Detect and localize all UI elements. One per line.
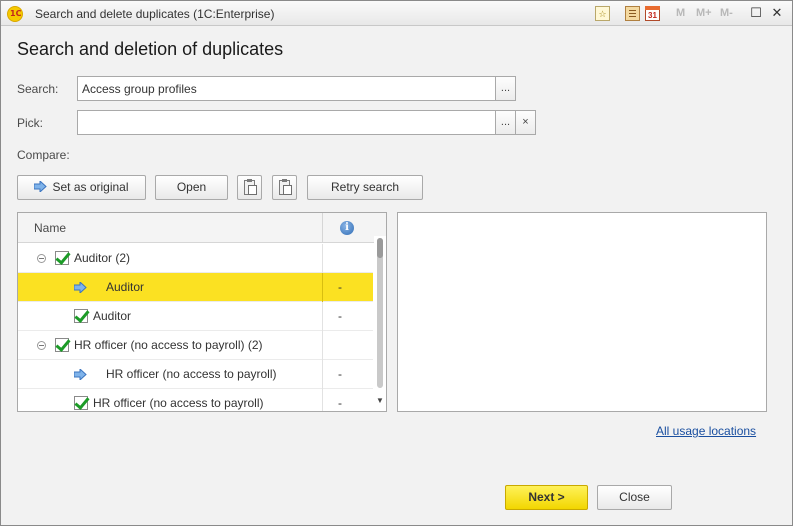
document-icon (248, 185, 257, 195)
original-arrow-icon (74, 369, 87, 380)
scroll-down-icon[interactable]: ▼ (376, 396, 384, 405)
search-label: Search: (17, 82, 59, 96)
maximize-icon[interactable]: ☐ (748, 5, 764, 21)
set-as-original-button[interactable]: Set as original (17, 175, 146, 200)
memory-mplus-button[interactable]: M+ (696, 7, 712, 19)
calculator-icon[interactable] (625, 6, 640, 21)
search-field[interactable]: Access group profiles (77, 76, 496, 101)
original-arrow-icon (74, 282, 87, 293)
collapse-icon[interactable] (37, 254, 46, 263)
info-icon[interactable]: i (340, 221, 354, 235)
memory-mminus-button[interactable]: M- (720, 7, 733, 19)
copy-to-clipboard-button[interactable] (237, 175, 262, 200)
row-label: Auditor (2) (74, 251, 131, 265)
search-value: Access group profiles (82, 82, 197, 96)
tree-row[interactable]: HR officer (no access to payroll) - (18, 389, 373, 411)
vertical-scrollbar[interactable]: ▼ (374, 236, 386, 411)
grid-header: Name i (18, 213, 386, 243)
pick-select-button[interactable]: ... (495, 110, 516, 135)
open-button[interactable]: Open (155, 175, 228, 200)
row-label: Auditor (93, 309, 132, 323)
close-window-icon[interactable]: ✕ (769, 5, 785, 21)
close-button[interactable]: Close (597, 485, 672, 510)
row-mark: - (338, 396, 342, 410)
arrow-right-icon (34, 181, 48, 192)
calendar-icon[interactable]: 31 (645, 6, 660, 21)
retry-search-button[interactable]: Retry search (307, 175, 423, 200)
pick-label: Pick: (17, 116, 44, 130)
pick-clear-button[interactable]: × (515, 110, 536, 135)
row-label: Auditor (106, 280, 145, 294)
tree-group-row[interactable]: HR officer (no access to payroll) (2) (18, 331, 373, 360)
app-logo-icon: 1C (7, 6, 23, 22)
dialog-window: 1C Search and delete duplicates (1C:Ente… (0, 0, 793, 526)
checkbox-checked-icon[interactable] (55, 338, 69, 352)
compare-label: Compare: (17, 148, 70, 162)
tree-group-row[interactable]: Auditor (2) (18, 244, 373, 273)
tree-row[interactable]: HR officer (no access to payroll) - (18, 360, 373, 389)
all-usage-locations-link[interactable]: All usage locations (656, 424, 756, 438)
scrollbar-track (377, 238, 383, 388)
row-label: HR officer (no access to payroll) (2) (74, 338, 263, 352)
window-title: Search and delete duplicates (1C:Enterpr… (35, 7, 275, 21)
row-mark: - (338, 367, 342, 381)
scrollbar-thumb[interactable] (377, 238, 383, 258)
next-button[interactable]: Next > (505, 485, 588, 510)
tree-row[interactable]: Auditor - (18, 302, 373, 331)
row-label: HR officer (no access to payroll) (106, 367, 277, 381)
checkbox-checked-icon[interactable] (55, 251, 69, 265)
row-label: HR officer (no access to payroll) (93, 396, 264, 410)
bookmark-icon[interactable]: ☆ (595, 6, 610, 21)
collapse-icon[interactable] (37, 341, 46, 350)
paste-from-clipboard-button[interactable] (272, 175, 297, 200)
duplicates-tree[interactable]: Name i Auditor (2) Auditor - Auditor - H… (17, 212, 387, 412)
row-mark: - (338, 309, 342, 323)
checkbox-checked-icon[interactable] (74, 396, 88, 410)
memory-m-button[interactable]: M (676, 7, 685, 19)
tree-row-selected[interactable]: Auditor - (18, 273, 373, 302)
search-select-button[interactable]: ... (495, 76, 516, 101)
usage-locations-panel[interactable] (397, 212, 767, 412)
page-title: Search and deletion of duplicates (17, 39, 284, 59)
checkbox-checked-icon[interactable] (74, 309, 88, 323)
pick-field[interactable] (77, 110, 496, 135)
column-name-header[interactable]: Name (34, 221, 66, 235)
title-bar[interactable]: 1C Search and delete duplicates (1C:Ente… (1, 1, 792, 26)
document-icon (283, 185, 292, 195)
row-mark: - (338, 280, 342, 294)
